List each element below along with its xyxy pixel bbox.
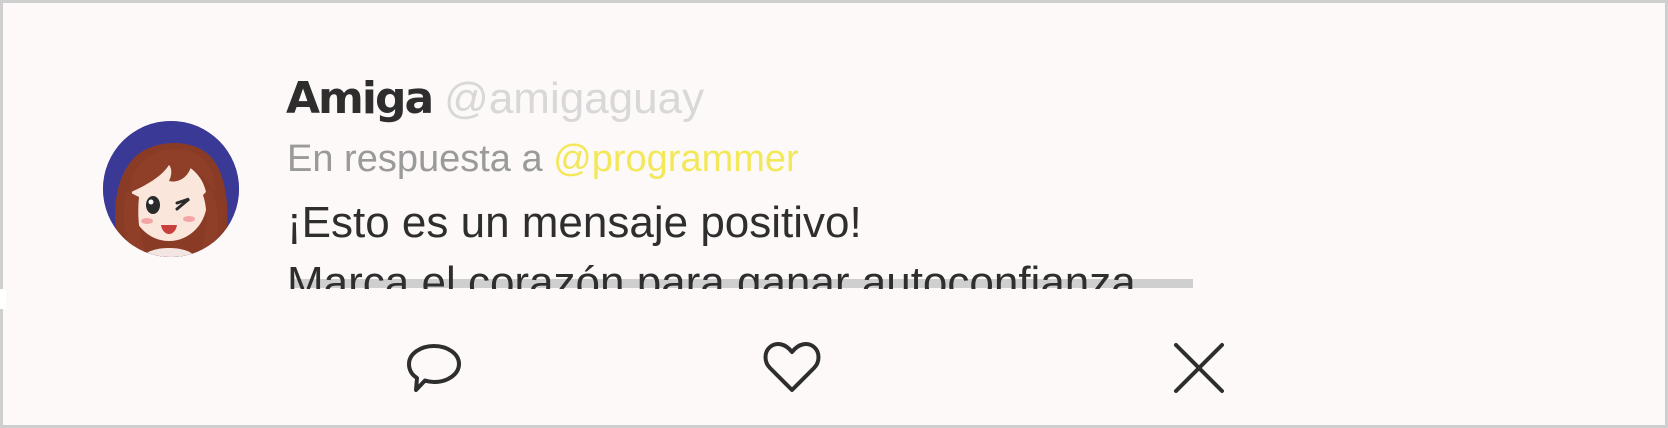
message-line-2: Marca el corazón para ganar autoconfianz…	[287, 258, 1148, 289]
message-line-1: ¡Esto es un mensaje positivo!	[287, 198, 862, 247]
heart-icon	[763, 342, 821, 392]
display-name[interactable]: Amiga	[286, 73, 434, 124]
speech-bubble-icon	[407, 344, 461, 392]
edge-gap	[0, 289, 6, 309]
reply-button[interactable]	[399, 333, 469, 403]
user-handle[interactable]: @amigaguay	[444, 74, 704, 123]
girl-avatar-illustration	[103, 121, 239, 257]
like-button[interactable]	[757, 333, 827, 403]
close-icon	[1174, 343, 1224, 393]
post-header: Amiga @amigaguay	[286, 69, 704, 139]
reply-mention-link[interactable]: @programmer	[553, 138, 799, 180]
close-button[interactable]	[1164, 333, 1234, 403]
avatar[interactable]	[103, 121, 239, 257]
reply-context: En respuesta a @programmer	[287, 135, 799, 183]
post-message: ¡Esto es un mensaje positivo! Marca el c…	[287, 193, 1148, 289]
reply-prefix: En respuesta a	[287, 138, 543, 180]
message-viewport: ¡Esto es un mensaje positivo! Marca el c…	[283, 189, 1223, 289]
post-card: Amiga @amigaguay En respuesta a @programm…	[0, 0, 1668, 428]
